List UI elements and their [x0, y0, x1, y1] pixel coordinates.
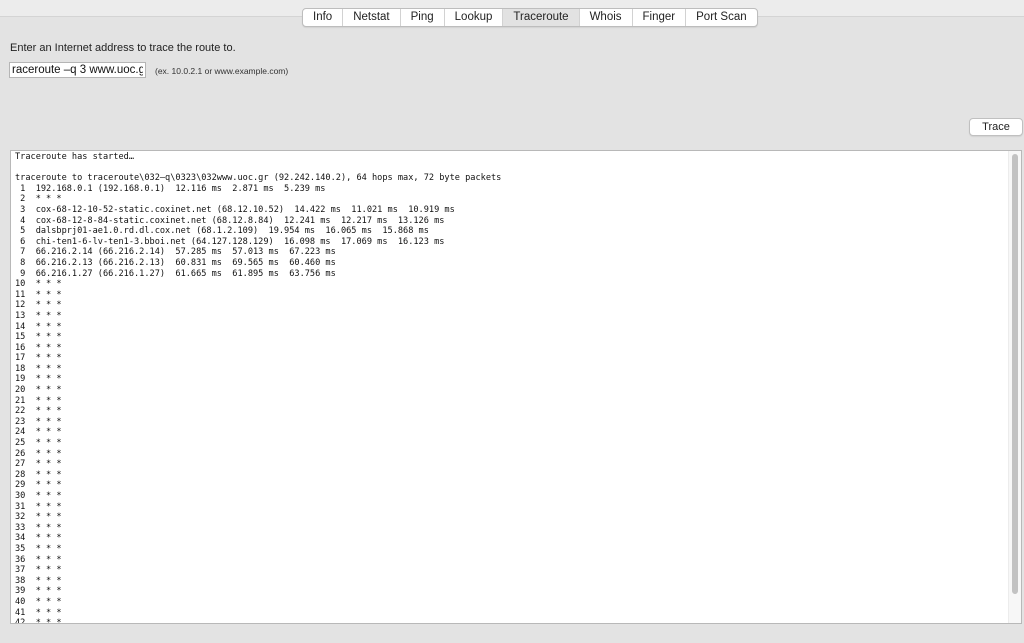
- tab-info[interactable]: Info: [303, 9, 344, 26]
- address-hint: (ex. 10.0.2.1 or www.example.com): [155, 66, 289, 76]
- trace-button[interactable]: Trace: [969, 118, 1023, 136]
- tool-tab-bar: Info Netstat Ping Lookup Traceroute Whoi…: [302, 8, 758, 27]
- traceroute-output-area[interactable]: Traceroute has started… traceroute to tr…: [10, 150, 1022, 624]
- tab-traceroute[interactable]: Traceroute: [503, 9, 580, 26]
- traceroute-output-text: Traceroute has started… traceroute to tr…: [15, 152, 502, 624]
- tab-whois[interactable]: Whois: [580, 9, 633, 26]
- address-prompt-label: Enter an Internet address to trace the r…: [10, 42, 236, 54]
- scrollbar-thumb[interactable]: [1012, 154, 1018, 594]
- address-input[interactable]: [9, 62, 146, 78]
- tab-lookup[interactable]: Lookup: [445, 9, 504, 26]
- tab-netstat[interactable]: Netstat: [343, 9, 401, 26]
- tab-finger[interactable]: Finger: [633, 9, 687, 26]
- tab-ping[interactable]: Ping: [401, 9, 445, 26]
- vertical-scrollbar[interactable]: [1008, 151, 1021, 623]
- tab-port-scan[interactable]: Port Scan: [686, 9, 757, 26]
